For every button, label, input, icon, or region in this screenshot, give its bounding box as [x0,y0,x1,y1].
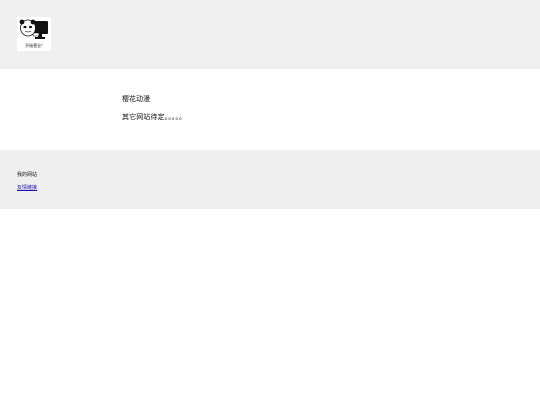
site-title: 樱花动漫 [122,95,150,103]
logo-caption: 开始营业! [25,43,43,48]
footer-section-title: 我的网站 [17,172,38,178]
site-header: 开始营业! [0,0,540,69]
friend-links-link[interactable]: 友情链接 [17,185,37,191]
site-description: 其它网站待定。。。。。 [122,113,187,121]
main-content: 樱花动漫 其它网站待定。。。。。 [0,69,540,150]
site-footer: 我的网站 友情链接 [0,150,540,209]
meme-computer-icon [19,19,48,39]
site-logo[interactable]: 开始营业! [17,17,51,51]
